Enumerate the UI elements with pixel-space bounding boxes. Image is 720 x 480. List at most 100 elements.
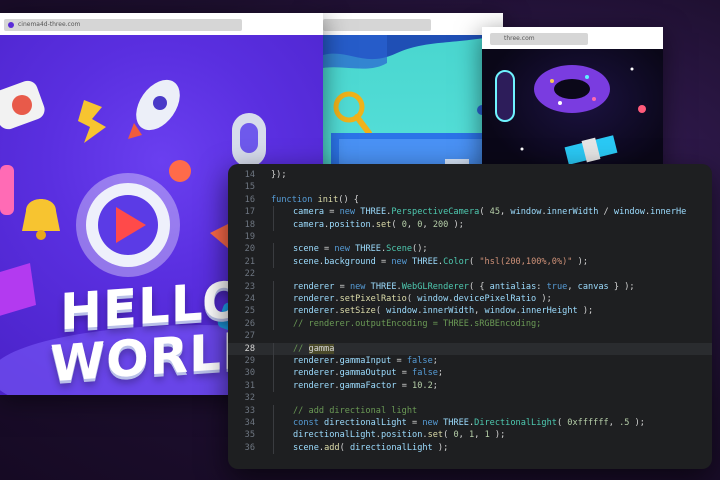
url-field[interactable]: three.com [490, 33, 588, 45]
code-token: background [324, 256, 376, 267]
code-line[interactable]: 28 // gamma [228, 342, 712, 355]
code-token: "hsl(200,100%,0%)" [479, 256, 573, 267]
code-token: , [567, 281, 578, 292]
code-line[interactable]: 17 camera = new THREE.PerspectiveCamera( … [228, 206, 712, 219]
code-token: }); [271, 170, 287, 180]
code-line[interactable]: 18 camera.position.set( 0, 0, 200 ); [228, 218, 712, 231]
code-line[interactable]: 26 // renderer.outputEncoding = THREE.sRG… [228, 317, 712, 331]
code-token: const [293, 418, 325, 428]
indent-guide [273, 243, 274, 256]
code-text: directionalLight.position.set( 0, 1, 1 )… [293, 429, 505, 441]
code-text: camera = new THREE.PerspectiveCamera( 45… [293, 206, 686, 218]
code-editor[interactable]: 14}); 15 16 function init() {17 camera = new… [228, 164, 712, 469]
code-line[interactable]: 15 [228, 181, 712, 193]
code-line[interactable]: 20 scene = new THREE.Scene(); [228, 243, 712, 256]
code-token: , [422, 219, 433, 230]
code-token: true [546, 281, 568, 292]
code-token: , [474, 306, 485, 317]
line-number: 30 [244, 368, 255, 379]
code-line[interactable]: 32 [228, 392, 712, 404]
browser-window-dark[interactable]: three.com [482, 27, 663, 177]
code-line[interactable]: 16 function init() { [228, 194, 712, 206]
line-number: 26 [244, 318, 255, 329]
code-token: camera [293, 207, 325, 218]
code-token: window [417, 294, 449, 304]
code-token: Scene [386, 244, 413, 255]
code-line[interactable]: 14}); [228, 169, 712, 181]
code-token: () { [338, 194, 359, 205]
code-token: scene [293, 442, 319, 453]
address-bar: three.com [482, 27, 663, 49]
code-line[interactable]: 22 [228, 268, 712, 280]
planet-dot [638, 105, 646, 113]
code-token: ( [479, 207, 490, 218]
code-line[interactable]: 25 renderer.setSize( window.innerWidth, w… [228, 305, 712, 318]
code-token: renderer [293, 294, 335, 304]
code-line[interactable]: 19 [228, 231, 712, 243]
line-number: 27 [244, 331, 255, 342]
code-line[interactable]: 33 // add directional light [228, 404, 712, 417]
magnifier-handle [354, 114, 372, 136]
sprinkle [550, 79, 554, 83]
line-number: 32 [244, 393, 255, 404]
sprinkle [592, 97, 596, 101]
line-number: 14 [244, 170, 255, 180]
capsule-shape [495, 70, 515, 122]
code-token: = [391, 356, 407, 366]
code-token: devicePixelRatio [453, 294, 537, 304]
code-token: add [324, 442, 340, 453]
code-token: directionalLight [349, 442, 433, 453]
code-line[interactable]: 24 renderer.setPixelRatio( window.deviceP… [228, 293, 712, 306]
code-text: camera.position.set( 0, 0, 200 ); [293, 219, 464, 231]
code-token: canvas [577, 281, 609, 292]
code-line[interactable]: 35 directionalLight.position.set( 0, 1, 1… [228, 429, 712, 442]
code-text: scene.add( directionalLight ); [293, 442, 448, 454]
indent-guide [273, 317, 274, 331]
indent-guide [273, 417, 274, 430]
url-text: cinema4d-three.com [18, 21, 81, 28]
code-token: window [386, 306, 418, 317]
code-token: , [500, 207, 511, 218]
code-text: // gamma [293, 343, 335, 355]
code-token: new [391, 256, 413, 267]
dark-scene [482, 49, 663, 177]
url-field[interactable]: cinema4d-three.com [4, 19, 242, 31]
code-token: false [412, 368, 438, 379]
code-text: renderer.gammaInput = false; [293, 355, 438, 367]
code-token: = [396, 368, 413, 379]
code-line[interactable]: 31 renderer.gammaFactor = 10.2; [228, 379, 712, 393]
code-text: }); [271, 169, 287, 181]
code-text: renderer.gammaOutput = false; [293, 367, 443, 379]
code-token: = [375, 256, 392, 267]
code-line[interactable]: 30 renderer.gammaOutput = false; [228, 367, 712, 380]
browser-window-teal[interactable] [317, 13, 503, 173]
code-text: renderer = new THREE.WebGLRenderer( { an… [293, 281, 635, 293]
url-field[interactable] [323, 19, 431, 31]
favicon-icon [8, 22, 14, 28]
code-line[interactable]: 23 renderer = new THREE.WebGLRenderer( { … [228, 280, 712, 293]
code-line[interactable]: 21 scene.background = new THREE.Color( "h… [228, 255, 712, 269]
code-line[interactable]: 34 const directionalLight = new THREE.Dir… [228, 417, 712, 430]
line-number: 19 [244, 232, 255, 242]
code-token: , [474, 430, 485, 441]
code-token: ( [339, 442, 350, 453]
indent-guide [273, 379, 274, 393]
code-token: ); [572, 256, 589, 267]
sprinkle [558, 101, 562, 105]
line-number: 36 [244, 442, 255, 453]
code-token: THREE [360, 207, 387, 218]
code-token: set [427, 430, 444, 441]
code-token: ); [536, 294, 552, 304]
code-token: THREE [355, 244, 381, 255]
code-line[interactable]: 27 [228, 330, 712, 342]
line-number: 33 [244, 405, 255, 416]
code-line[interactable]: 29 renderer.gammaInput = false; [228, 355, 712, 368]
code-token: 0xffffff [567, 418, 609, 428]
code-token: window [613, 207, 645, 218]
indent-guide [273, 429, 274, 442]
code-token: ; [432, 380, 438, 391]
code-token: position [380, 430, 423, 441]
code-line[interactable]: 36 scene.add( directionalLight ); [228, 441, 712, 455]
line-number: 22 [244, 269, 255, 280]
ticket-icon [0, 263, 36, 316]
